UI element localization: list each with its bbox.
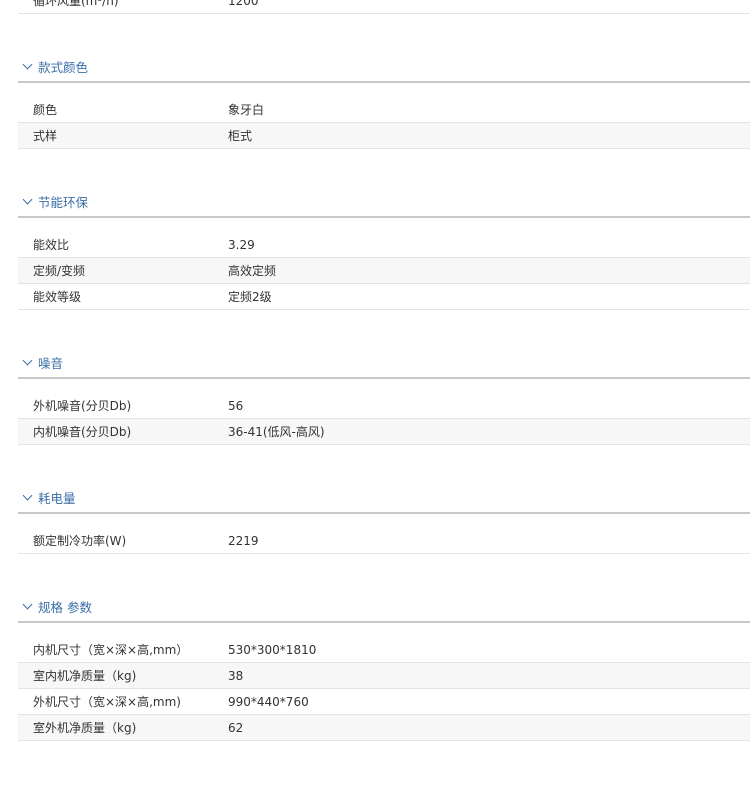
spec-row: 式样 柜式 xyxy=(18,123,750,149)
spec-label: 式样 xyxy=(33,129,58,143)
section-header-specs[interactable]: 规格 参数 xyxy=(18,591,750,621)
section-header-style-color[interactable]: 款式颜色 xyxy=(18,51,750,81)
spec-row: 能效比 3.29 xyxy=(18,232,750,258)
section-noise: 噪音 外机噪音(分贝Db) 56 内机噪音(分贝Db) 36-41(低风-高风) xyxy=(18,347,750,445)
section-divider xyxy=(18,216,750,218)
section-title: 噪音 xyxy=(38,355,64,371)
spec-row: 颜色 象牙白 xyxy=(18,97,750,123)
spec-label: 室内机净质量（kg) xyxy=(33,669,137,683)
spec-page: 循环风量(m³/h) 1200 款式颜色 颜色 象牙白 式样 柜式 节能环保 能… xyxy=(0,0,750,741)
section-header-power[interactable]: 耗电量 xyxy=(18,482,750,512)
spec-value: 990*440*760 xyxy=(228,694,309,709)
chevron-down-icon xyxy=(22,355,33,365)
section-title: 规格 参数 xyxy=(38,599,92,615)
spec-value: 柜式 xyxy=(228,129,253,143)
spec-value: 36-41(低风-高风) xyxy=(228,425,325,439)
section-energy: 节能环保 能效比 3.29 定频/变频 高效定频 能效等级 定频2级 xyxy=(18,186,750,310)
spec-row: 内机尺寸（宽×深×高,mm） 530*300*1810 xyxy=(18,637,750,663)
spec-value: 象牙白 xyxy=(228,103,265,117)
section-specs: 规格 参数 内机尺寸（宽×深×高,mm） 530*300*1810 室内机净质量… xyxy=(18,591,750,741)
spec-label: 能效比 xyxy=(33,238,70,252)
spec-value: 定频2级 xyxy=(228,290,272,304)
section-header-noise[interactable]: 噪音 xyxy=(18,347,750,377)
spec-value: 2219 xyxy=(228,533,259,548)
spec-label: 外机尺寸（宽×深×高,mm) xyxy=(33,695,181,709)
spec-label: 颜色 xyxy=(33,103,58,117)
spec-label: 内机噪音(分贝Db) xyxy=(33,425,132,439)
section-style-color: 款式颜色 颜色 象牙白 式样 柜式 xyxy=(18,51,750,149)
spec-label: 额定制冷功率(W) xyxy=(33,534,127,548)
section-header-energy[interactable]: 节能环保 xyxy=(18,186,750,216)
spec-label: 定频/变频 xyxy=(33,264,86,278)
spec-label: 循环风量(m³/h) xyxy=(33,0,119,8)
spec-row: 定频/变频 高效定频 xyxy=(18,258,750,284)
spec-label: 外机噪音(分贝Db) xyxy=(33,399,132,413)
spec-row: 内机噪音(分贝Db) 36-41(低风-高风) xyxy=(18,419,750,445)
spec-value: 56 xyxy=(228,398,244,413)
spec-value: 530*300*1810 xyxy=(228,642,317,657)
chevron-down-icon xyxy=(22,194,33,204)
spec-row-cutoff: 循环风量(m³/h) 1200 xyxy=(18,0,750,14)
section-title: 款式颜色 xyxy=(38,59,89,75)
spec-value: 3.29 xyxy=(228,237,255,252)
spec-row: 外机噪音(分贝Db) 56 xyxy=(18,393,750,419)
spec-label: 能效等级 xyxy=(33,290,82,304)
spec-row: 额定制冷功率(W) 2219 xyxy=(18,528,750,554)
chevron-down-icon xyxy=(22,490,33,500)
section-power: 耗电量 额定制冷功率(W) 2219 xyxy=(18,482,750,554)
spec-value: 高效定频 xyxy=(228,264,277,278)
section-title: 节能环保 xyxy=(38,194,89,210)
spec-row: 室外机净质量（kg) 62 xyxy=(18,715,750,741)
spec-value: 62 xyxy=(228,720,244,735)
section-title: 耗电量 xyxy=(38,490,76,506)
section-divider xyxy=(18,512,750,514)
chevron-down-icon xyxy=(22,599,33,609)
chevron-down-icon xyxy=(22,59,33,69)
spec-label: 室外机净质量（kg) xyxy=(33,721,137,735)
section-divider xyxy=(18,621,750,623)
spec-label: 内机尺寸（宽×深×高,mm） xyxy=(33,643,189,657)
spec-row: 室内机净质量（kg) 38 xyxy=(18,663,750,689)
spec-row: 外机尺寸（宽×深×高,mm) 990*440*760 xyxy=(18,689,750,715)
section-divider xyxy=(18,377,750,379)
spec-row: 能效等级 定频2级 xyxy=(18,284,750,310)
spec-value: 38 xyxy=(228,668,244,683)
spec-value: 1200 xyxy=(228,0,259,8)
section-divider xyxy=(18,81,750,83)
